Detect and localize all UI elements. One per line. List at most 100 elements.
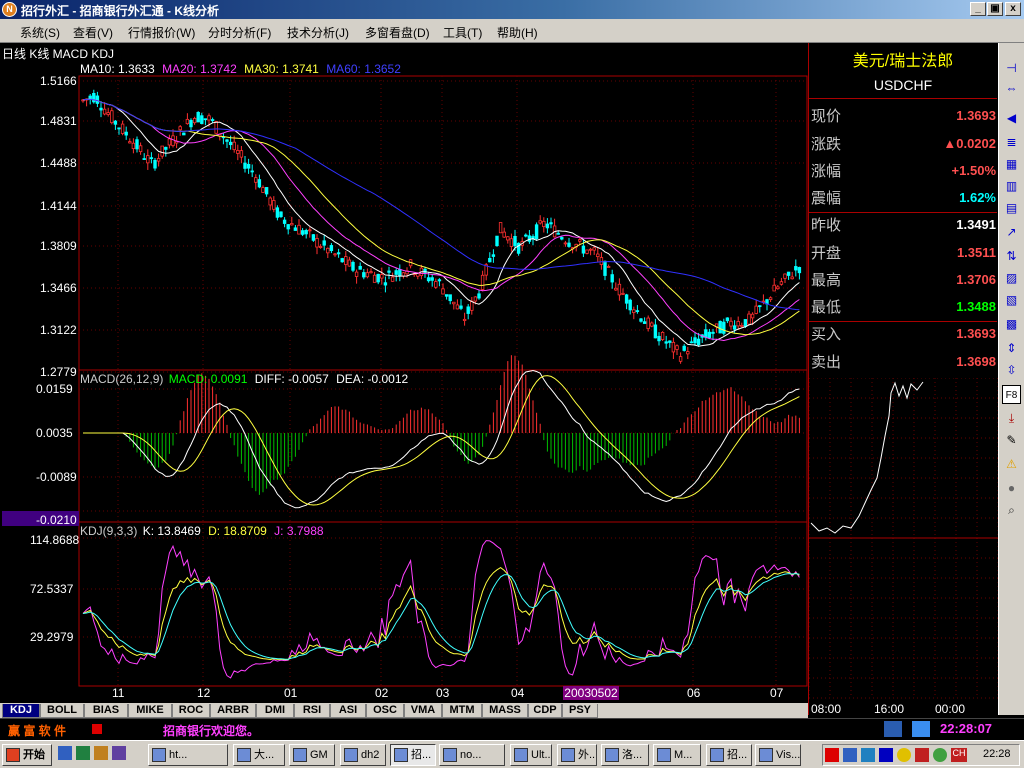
- circle-icon[interactable]: ●: [1002, 479, 1021, 498]
- candle-body: [110, 110, 114, 124]
- back-icon[interactable]: ◀: [1002, 109, 1021, 128]
- tray-icon[interactable]: [915, 748, 929, 762]
- candle-body: [376, 273, 380, 283]
- tab-kdj[interactable]: KDJ: [2, 704, 40, 718]
- menu-multiwindow[interactable]: 多窗看盘(D): [365, 24, 430, 41]
- candle-body: [563, 242, 568, 245]
- tab-dmi[interactable]: DMI: [256, 704, 294, 718]
- date-tick: 03: [436, 686, 450, 700]
- report-icon[interactable]: ▧: [1002, 291, 1021, 310]
- taskbar-item[interactable]: no...: [439, 744, 505, 766]
- split-icon[interactable]: ⇔: [1002, 79, 1021, 98]
- download-icon[interactable]: ⤓: [1002, 409, 1021, 428]
- table-icon[interactable]: ▤: [1002, 199, 1021, 218]
- date-tick: 12: [197, 686, 211, 700]
- minimize-button[interactable]: _: [970, 2, 986, 16]
- candle-body: [131, 142, 136, 149]
- ime-icon[interactable]: CH: [951, 748, 967, 762]
- tab-bias[interactable]: BIAS: [84, 704, 128, 718]
- quote-label: 卖出: [811, 354, 842, 371]
- taskbar-item-label: dh2: [361, 749, 380, 761]
- media-icon[interactable]: [112, 746, 126, 760]
- close-button[interactable]: x: [1005, 2, 1021, 16]
- menu-technical[interactable]: 技术分析(J): [287, 24, 349, 41]
- tab-mass[interactable]: MASS: [482, 704, 528, 718]
- f8-icon[interactable]: F8: [1002, 385, 1021, 404]
- mail-icon[interactable]: [94, 746, 108, 760]
- taskbar-item[interactable]: Vis...: [755, 744, 801, 766]
- pen-icon[interactable]: ✎: [1002, 431, 1021, 450]
- macd-tick: 0.0159: [36, 382, 73, 396]
- menu-tools[interactable]: 工具(T): [443, 24, 482, 41]
- taskbar-item[interactable]: dh2: [340, 744, 386, 766]
- arrow-up-down-icon[interactable]: ⇕: [1002, 339, 1021, 358]
- ie-icon[interactable]: [58, 746, 72, 760]
- taskbar-item[interactable]: M...: [653, 744, 701, 766]
- taskbar-item[interactable]: 招...: [390, 744, 436, 766]
- tab-roc[interactable]: ROC: [172, 704, 210, 718]
- kline-icon[interactable]: ▥: [1002, 177, 1021, 196]
- taskbar-item[interactable]: Ult...: [510, 744, 552, 766]
- kline-chart[interactable]: 1.5166 1.4831 1.4488 1.4144 1.3809 1.3466 1.31…: [0, 43, 808, 715]
- network-icon: [884, 721, 902, 737]
- candle-body: [149, 157, 154, 160]
- menu-system[interactable]: 系统(S): [20, 24, 60, 41]
- tab-mike[interactable]: MIKE: [128, 704, 172, 718]
- candle-body: [387, 270, 391, 273]
- tab-asi[interactable]: ASI: [330, 704, 366, 718]
- menu-view[interactable]: 查看(V): [73, 24, 113, 41]
- taskbar-item[interactable]: ht...: [148, 744, 228, 766]
- candle-body: [426, 277, 431, 282]
- tab-vma[interactable]: VMA: [404, 704, 442, 718]
- candle-body: [398, 268, 402, 277]
- tray-icon[interactable]: [879, 748, 893, 762]
- tab-mtm[interactable]: MTM: [442, 704, 482, 718]
- taskbar-item[interactable]: 外...: [557, 744, 597, 766]
- chart-icon[interactable]: ▨: [1002, 269, 1021, 288]
- j-value: J: 3.7988: [274, 524, 324, 538]
- tray-icon[interactable]: [933, 748, 947, 762]
- menu-bar: 系统(S) 查看(V) 行情报价(W) 分时分析(F) 技术分析(J) 多窗看盘…: [0, 19, 1024, 43]
- tab-cdp[interactable]: CDP: [528, 704, 562, 718]
- expand-icon[interactable]: ⇳: [1002, 361, 1021, 380]
- candle-body: [257, 179, 262, 188]
- candle-body: [466, 306, 470, 314]
- maximize-button[interactable]: ▣: [987, 2, 1003, 16]
- menu-help[interactable]: 帮助(H): [497, 24, 538, 41]
- taskbar-item[interactable]: 招...: [706, 744, 752, 766]
- tab-rsi[interactable]: RSI: [294, 704, 330, 718]
- compare-icon[interactable]: ⇅: [1002, 247, 1021, 266]
- tray-icon[interactable]: [843, 748, 857, 762]
- tab-psy[interactable]: PSY: [562, 704, 598, 718]
- pin-icon[interactable]: ⊣: [1002, 59, 1021, 78]
- zoom-icon[interactable]: ⌕: [1002, 501, 1021, 520]
- desktop-icon[interactable]: [76, 746, 90, 760]
- taskbar-item-label: 外...: [578, 749, 597, 761]
- start-button[interactable]: 开始: [2, 744, 52, 766]
- pair-name: 美元/瑞士法郎: [852, 53, 954, 70]
- divider: [809, 321, 997, 322]
- tab-boll[interactable]: BOLL: [40, 704, 84, 718]
- candle-body: [473, 296, 478, 302]
- candle-body: [628, 299, 632, 311]
- tab-osc[interactable]: OSC: [366, 704, 404, 718]
- tray-icon[interactable]: [897, 748, 911, 762]
- candle-body: [578, 239, 582, 242]
- tray-icon[interactable]: [825, 748, 839, 762]
- time-chart-icon[interactable]: ▦: [1002, 155, 1021, 174]
- candle-body: [189, 119, 193, 128]
- bars-icon[interactable]: ▩: [1002, 315, 1021, 334]
- candle-body: [128, 141, 132, 144]
- taskbar-item[interactable]: 洛...: [601, 744, 649, 766]
- candle-body: [304, 229, 308, 235]
- taskbar-item[interactable]: 大...: [233, 744, 285, 766]
- price-tick: 1.3466: [40, 281, 77, 295]
- indicator-icon[interactable]: ↗: [1002, 223, 1021, 242]
- tray-icon[interactable]: [861, 748, 875, 762]
- warning-icon[interactable]: ⚠: [1002, 455, 1021, 474]
- tab-arbr[interactable]: ARBR: [210, 704, 256, 718]
- menu-timeshare[interactable]: 分时分析(F): [208, 24, 271, 41]
- menu-quotes[interactable]: 行情报价(W): [128, 24, 195, 41]
- taskbar-item[interactable]: GM: [289, 744, 335, 766]
- quote-list-icon[interactable]: ≣: [1002, 133, 1021, 152]
